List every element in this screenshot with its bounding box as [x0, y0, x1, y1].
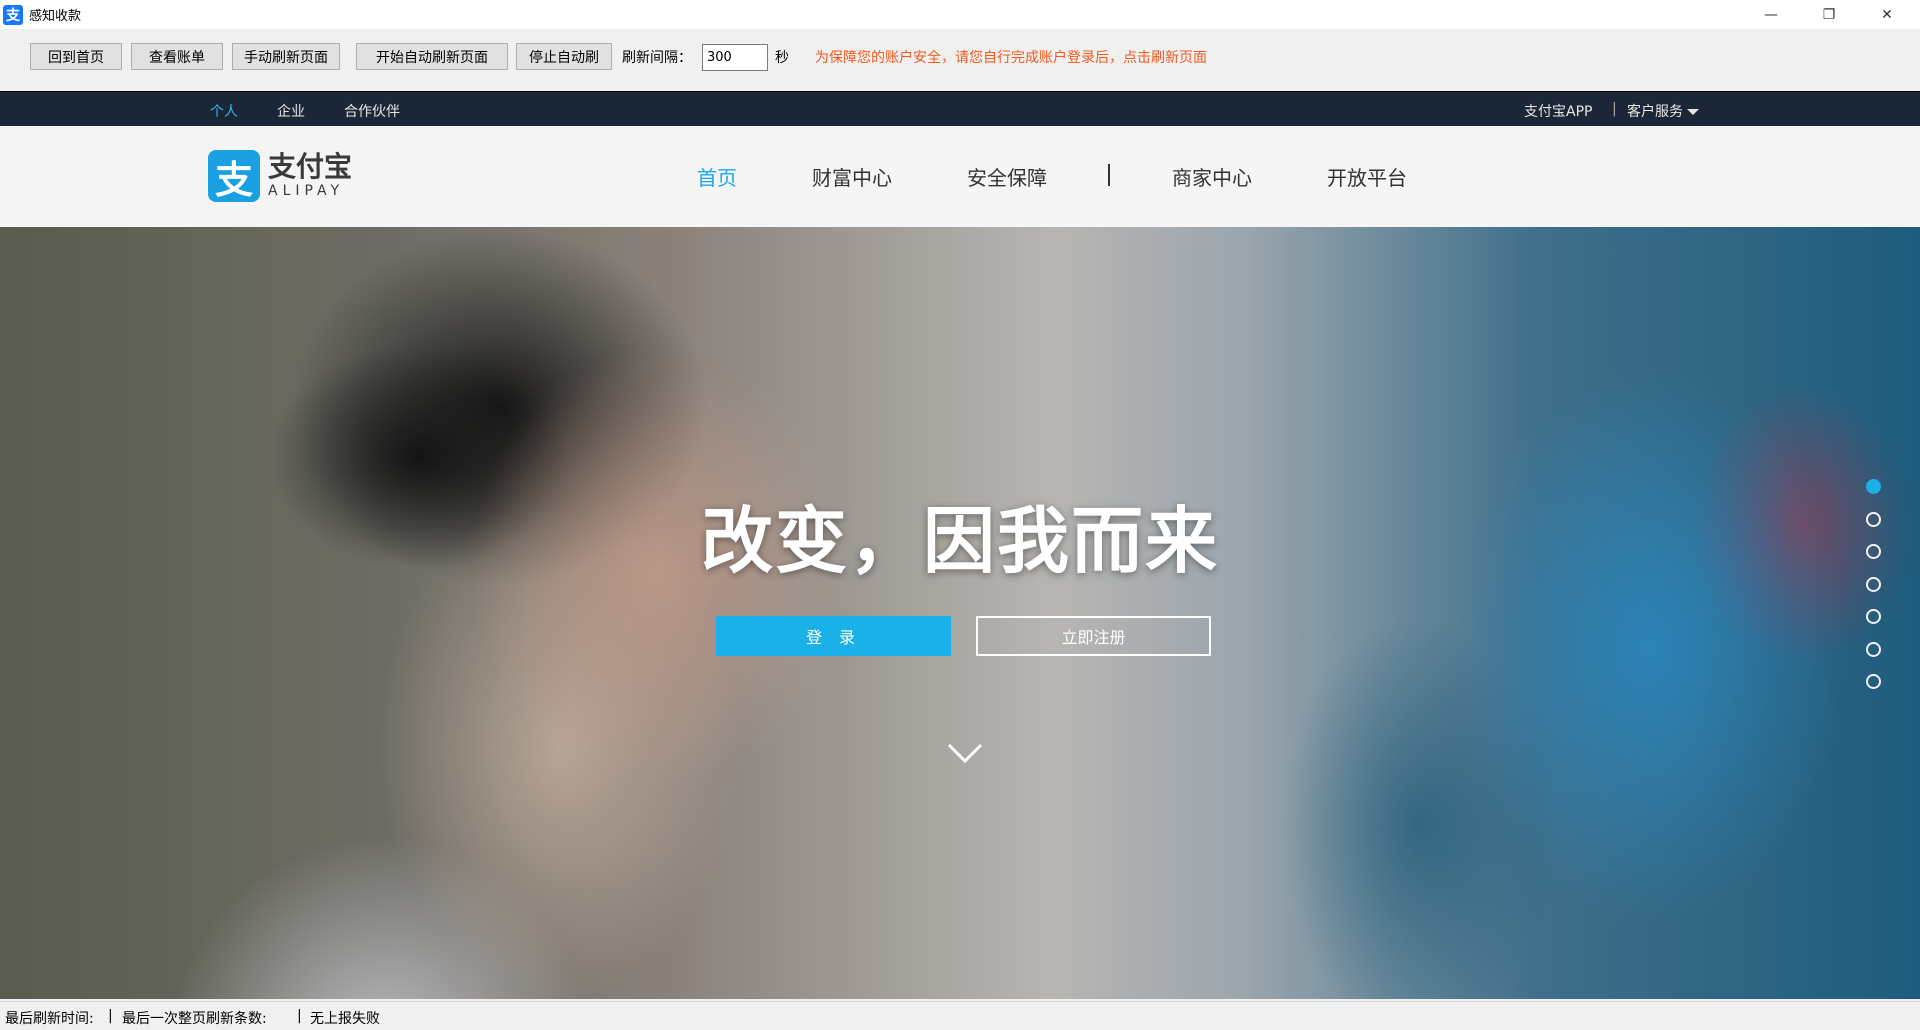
alipay-logo-mark: 支 [208, 150, 260, 202]
security-warning: 为保障您的账户安全，请您自行完成账户登录后，点击刷新页面 [815, 50, 1207, 66]
logo-en-text: ALIPAY [268, 183, 345, 199]
last-refresh-time: 最后刷新时间: [5, 1011, 94, 1027]
interval-label: 刷新间隔： [622, 50, 692, 66]
interval-input[interactable] [702, 44, 768, 71]
topnav-enterprise[interactable]: 企业 [277, 101, 305, 121]
slide-dot[interactable] [1866, 544, 1881, 559]
mainnav-merchant[interactable]: 商家中心 [1172, 162, 1252, 191]
slide-dot[interactable] [1866, 511, 1881, 527]
logo-cn-text: 支付宝 [268, 150, 353, 183]
minimize-icon[interactable]: — [1742, 0, 1800, 29]
browser-content: 个人 企业 合作伙伴 支付宝APP | 客户服务 支 支付宝 ALIPAY 首页… [0, 91, 1920, 999]
home-button[interactable]: 回到首页 [30, 43, 122, 70]
scroll-down-chevron-icon[interactable] [946, 735, 984, 773]
mainnav-divider [1108, 164, 1110, 186]
last-refresh-count: 最后一次整页刷新条数: [122, 1011, 267, 1027]
app-icon: 支 [3, 4, 23, 25]
stop-auto-refresh-button[interactable]: 停止自动刷 [516, 43, 612, 70]
site-header: 支 支付宝 ALIPAY 首页 财富中心 安全保障 商家中心 开放平台 [0, 126, 1920, 227]
slide-dot[interactable] [1866, 609, 1881, 624]
toolbar: 回到首页 查看账单 手动刷新页面 开始自动刷新页面 停止自动刷 刷新间隔： 秒 … [0, 29, 1920, 91]
window-titlebar: 支 感知收款 — ❐ ✕ [0, 0, 1920, 29]
topnav-customer-service[interactable]: 客户服务 [1627, 101, 1699, 121]
alipay-logo[interactable]: 支 支付宝 ALIPAY [208, 150, 352, 202]
view-bill-button[interactable]: 查看账单 [131, 43, 223, 70]
hero-title: 改变，因我而来 [700, 498, 1219, 583]
topnav-separator: | [1612, 101, 1617, 117]
slide-dot[interactable] [1866, 479, 1881, 494]
slide-dot[interactable] [1866, 674, 1881, 689]
hero-banner: 改变，因我而来 登 录 立即注册 [0, 227, 1920, 999]
manual-refresh-button[interactable]: 手动刷新页面 [232, 43, 340, 70]
topnav-partners[interactable]: 合作伙伴 [344, 101, 400, 121]
restore-icon[interactable]: ❐ [1800, 0, 1858, 29]
topnav-alipay-app[interactable]: 支付宝APP [1524, 101, 1592, 121]
status-separator: | [297, 1008, 302, 1024]
window-title: 感知收款 [29, 9, 82, 24]
site-topnav: 个人 企业 合作伙伴 支付宝APP | 客户服务 [0, 91, 1920, 126]
statusbar: 最后刷新时间: | 最后一次整页刷新条数: | 无上报失败 [0, 1001, 1920, 1030]
mainnav-open-platform[interactable]: 开放平台 [1327, 162, 1407, 191]
mainnav-security[interactable]: 安全保障 [967, 162, 1047, 191]
slide-dot[interactable] [1866, 576, 1881, 592]
interval-unit: 秒 [775, 50, 789, 66]
login-button[interactable]: 登 录 [716, 616, 951, 656]
status-separator: | [108, 1008, 113, 1024]
close-icon[interactable]: ✕ [1858, 0, 1916, 29]
start-auto-refresh-button[interactable]: 开始自动刷新页面 [356, 43, 508, 70]
register-button[interactable]: 立即注册 [976, 616, 1211, 656]
mainnav-wealth[interactable]: 财富中心 [812, 162, 892, 191]
slide-indicator [1866, 479, 1881, 707]
customer-service-label: 客户服务 [1627, 104, 1683, 120]
mainnav-home[interactable]: 首页 [697, 162, 737, 191]
alipay-logo-text: 支付宝 ALIPAY [268, 152, 352, 200]
slide-dot[interactable] [1866, 641, 1881, 657]
report-status: 无上报失败 [310, 1011, 380, 1027]
chevron-down-icon [1687, 109, 1699, 115]
topnav-personal[interactable]: 个人 [210, 101, 238, 121]
